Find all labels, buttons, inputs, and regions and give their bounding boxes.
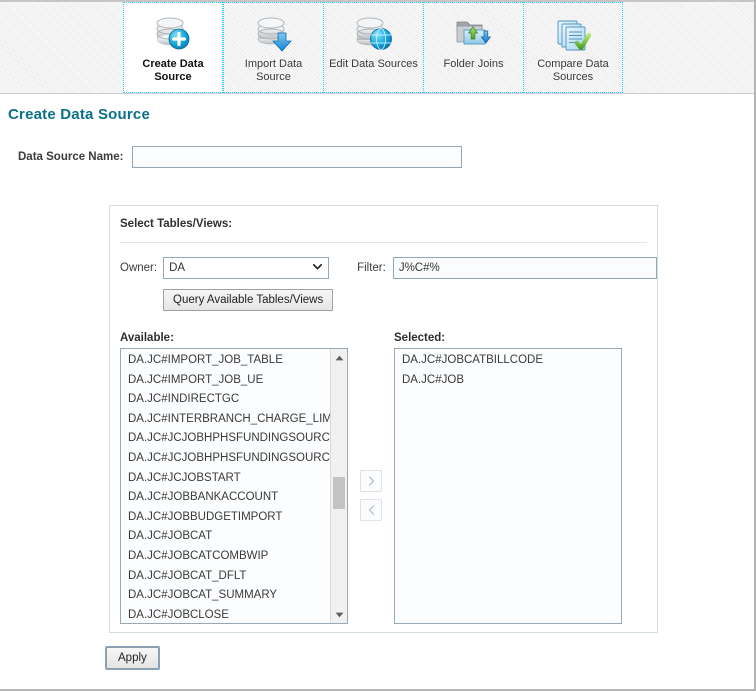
available-list-item[interactable]: DA.JC#JCJOBHPHSFUNDINGSOURCE2	[121, 449, 330, 469]
available-label: Available:	[120, 332, 174, 344]
tab-label: Edit Data Sources	[329, 58, 418, 70]
selected-list-item[interactable]: DA.JC#JOB	[395, 371, 621, 391]
tab-edit-data-sources[interactable]: Edit Data Sources	[323, 2, 423, 93]
available-list-item[interactable]: DA.JC#JOBCLOSE	[121, 606, 330, 623]
panel-title: Select Tables/Views:	[120, 218, 233, 230]
available-list-item[interactable]: DA.JC#JOBCAT	[121, 527, 330, 547]
tab-label: Create Data Source	[142, 58, 204, 83]
apply-wrap: Apply	[105, 646, 160, 670]
owner-label: Owner:	[120, 262, 158, 274]
available-scrollbar[interactable]	[330, 349, 347, 623]
lists-area: Available: DA.JC#IMPORT_JOB_TABLE DA.JC#I…	[120, 332, 647, 624]
data-source-name-row: Data Source Name:	[0, 146, 754, 168]
data-source-name-label: Data Source Name:	[18, 151, 124, 163]
available-list-item[interactable]: DA.JC#INTERBRANCH_CHARGE_LIMIT	[121, 410, 330, 430]
caret-down-icon	[335, 612, 343, 617]
available-items-scrollport: DA.JC#IMPORT_JOB_TABLE DA.JC#IMPORT_JOB_U…	[121, 349, 330, 623]
available-list-item[interactable]: DA.JC#JOBCAT_DFLT	[121, 567, 330, 587]
available-list-item[interactable]: DA.JC#JCJOBHPHSFUNDINGSOURCE	[121, 429, 330, 449]
filter-input[interactable]	[392, 257, 657, 279]
tab-import-data-source[interactable]: Import Data Source	[223, 2, 323, 93]
available-list-item[interactable]: DA.JC#JOBCATCOMBWIP	[121, 547, 330, 567]
caret-up-icon	[335, 355, 343, 360]
tab-label: Folder Joins	[443, 58, 504, 70]
move-right-button[interactable]	[360, 470, 382, 492]
selected-listbox[interactable]: DA.JC#JOBCATBILLCODE DA.JC#JOB	[394, 348, 622, 624]
move-left-button[interactable]	[360, 499, 382, 521]
selected-label: Selected:	[394, 332, 446, 344]
database-globe-icon	[356, 17, 392, 50]
available-listbox[interactable]: DA.JC#IMPORT_JOB_TABLE DA.JC#IMPORT_JOB_U…	[120, 348, 348, 624]
chevron-right-icon	[368, 476, 374, 486]
chevron-left-icon	[368, 505, 374, 515]
database-plus-icon	[156, 17, 190, 50]
folder-arrows-icon	[456, 21, 491, 45]
available-column: Available: DA.JC#IMPORT_JOB_TABLE DA.JC#I…	[120, 332, 348, 624]
available-list-item[interactable]: DA.JC#JOBBANKACCOUNT	[121, 488, 330, 508]
tab-label: Compare Data Sources	[537, 58, 609, 83]
tab-compare-data-sources[interactable]: Compare Data Sources	[523, 2, 623, 93]
owner-select-wrap: DA	[163, 257, 330, 279]
available-list-item[interactable]: DA.JC#IMPORT_JOB_TABLE	[121, 351, 330, 371]
scroll-down-button[interactable]	[331, 606, 347, 623]
select-tables-views-panel: Select Tables/Views: Owner: DA Filter: Q…	[109, 205, 658, 633]
selected-column: Selected: DA.JC#JOBCATBILLCODE DA.JC#JOB	[394, 332, 622, 624]
scroll-up-button[interactable]	[331, 349, 347, 366]
tab-create-data-source[interactable]: Create Data Source	[123, 2, 223, 93]
data-source-name-input[interactable]	[132, 146, 463, 168]
available-list-item[interactable]: DA.JC#JOBBUDGETIMPORT	[121, 508, 330, 528]
selected-items-scrollport: DA.JC#JOBCATBILLCODE DA.JC#JOB	[395, 349, 621, 623]
selected-list-item[interactable]: DA.JC#JOBCATBILLCODE	[395, 351, 621, 371]
owner-select[interactable]: DA	[163, 257, 330, 279]
tab-folder-joins[interactable]: Folder Joins	[423, 2, 523, 93]
page-title: Create Data Source	[8, 106, 150, 123]
transfer-buttons	[348, 332, 394, 624]
available-list-item[interactable]: DA.JC#IMPORT_JOB_UE	[121, 371, 330, 391]
app-window: Create Data Source Import Data Source Ed…	[0, 0, 756, 691]
tab-label: Import Data Source	[244, 58, 303, 83]
available-list-item[interactable]: DA.JC#INDIRECTGC	[121, 390, 330, 410]
query-available-tables-views-button[interactable]: Query Available Tables/Views	[163, 289, 334, 311]
apply-button[interactable]: Apply	[105, 646, 160, 670]
available-list-item[interactable]: DA.JC#JOBCAT_SUMMARY	[121, 586, 330, 606]
documents-check-icon	[557, 20, 592, 51]
scrollbar-thumb[interactable]	[333, 477, 345, 509]
available-list-item[interactable]: DA.JC#JCJOBSTART	[121, 469, 330, 489]
owner-filter-row: Owner: DA Filter:	[110, 243, 657, 279]
database-download-icon	[257, 17, 292, 52]
filter-label: Filter:	[357, 262, 386, 274]
toolbar: Create Data Source Import Data Source Ed…	[0, 0, 754, 94]
